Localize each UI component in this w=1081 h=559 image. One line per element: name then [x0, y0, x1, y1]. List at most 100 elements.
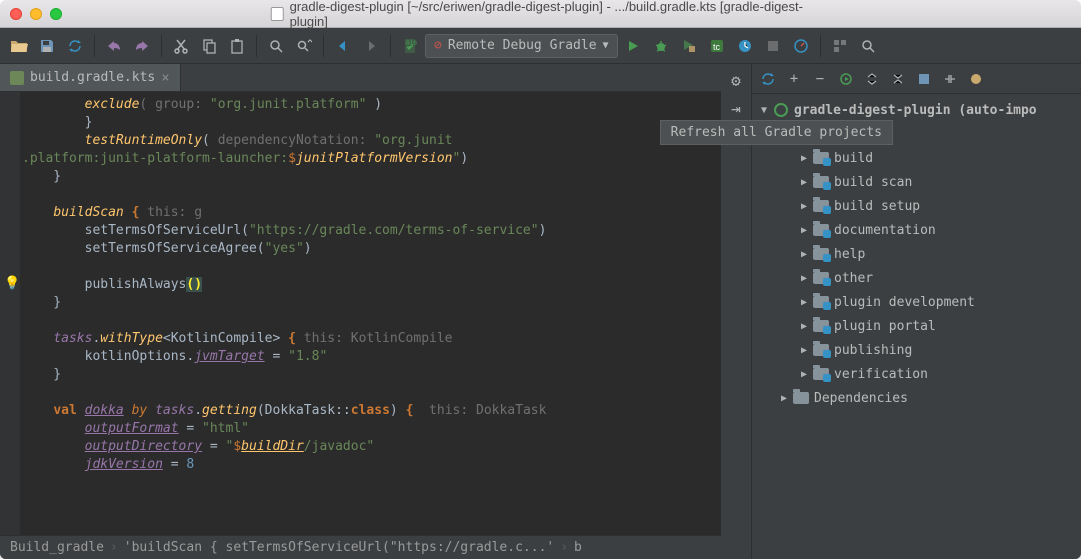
expand-arrow-icon[interactable]	[796, 297, 812, 308]
profiler-icon[interactable]: tc	[704, 33, 730, 59]
tab-build-gradle[interactable]: build.gradle.kts ×	[0, 64, 181, 91]
save-all-icon[interactable]	[34, 33, 60, 59]
expand-arrow-icon[interactable]	[776, 393, 792, 404]
breadcrumb: Build_gradle › 'buildScan { setTermsOfSe…	[0, 535, 751, 559]
gradle-toolbar: + −	[752, 64, 1081, 94]
code-editor[interactable]: ⚑ exclude( group: "org.junit.platform" )…	[0, 92, 751, 535]
expand-arrow-icon[interactable]	[796, 153, 812, 164]
debug-icon[interactable]	[648, 33, 674, 59]
expand-arrow-icon[interactable]	[796, 249, 812, 260]
gradle-root-node[interactable]: gradle-digest-plugin (auto-impo	[752, 98, 1081, 122]
show-settings-icon[interactable]	[912, 67, 936, 91]
expand-arrow-icon[interactable]	[796, 177, 812, 188]
gradle-task-group[interactable]: build	[752, 146, 1081, 170]
tooltip: Refresh all Gradle projects	[660, 120, 893, 145]
gradle-task-group[interactable]: verification	[752, 362, 1081, 386]
expand-arrow-icon[interactable]	[796, 225, 812, 236]
gradle-task-group[interactable]: build setup	[752, 194, 1081, 218]
open-icon[interactable]	[6, 33, 32, 59]
expand-arrow-icon[interactable]	[796, 201, 812, 212]
undo-icon[interactable]	[101, 33, 127, 59]
expand-arrow-icon[interactable]	[756, 105, 772, 116]
gradle-task-group[interactable]: other	[752, 266, 1081, 290]
dashboard-icon[interactable]	[788, 33, 814, 59]
document-icon	[270, 7, 283, 21]
task-group-label: plugin development	[834, 295, 975, 310]
folder-icon	[813, 176, 829, 188]
close-tab-icon[interactable]: ×	[161, 70, 169, 86]
toggle-offline-icon[interactable]	[938, 67, 962, 91]
editor-tabs: build.gradle.kts ×	[0, 64, 751, 92]
run-icon[interactable]	[620, 33, 646, 59]
gradle-task-group[interactable]: help	[752, 242, 1081, 266]
task-group-label: documentation	[834, 223, 936, 238]
expand-arrow-icon[interactable]	[796, 273, 812, 284]
expand-all-icon[interactable]	[860, 67, 884, 91]
task-group-label: verification	[834, 367, 928, 382]
gradle-task-group[interactable]: plugin development	[752, 290, 1081, 314]
stop-icon[interactable]	[760, 33, 786, 59]
expand-arrow-icon[interactable]	[796, 321, 812, 332]
hide-panel-icon[interactable]: ⇥	[726, 98, 746, 118]
structure-icon[interactable]	[827, 33, 853, 59]
gradle-tree[interactable]: gradle-digest-plugin (auto-impo Tasks bu…	[752, 94, 1081, 559]
execute-icon[interactable]	[834, 67, 858, 91]
run-config-selector[interactable]: ⊘ Remote Debug Gradle ▼	[425, 34, 618, 58]
settings-gear-icon[interactable]: ⚙	[726, 70, 746, 90]
paste-icon[interactable]	[224, 33, 250, 59]
gradle-icon	[774, 103, 788, 117]
titlebar: gradle-digest-plugin [~/src/eriwen/gradl…	[0, 0, 1081, 28]
breadcrumb-item[interactable]: 'buildScan { setTermsOfServiceUrl("https…	[124, 540, 554, 555]
sync-icon[interactable]	[62, 33, 88, 59]
redo-icon[interactable]	[129, 33, 155, 59]
remove-icon[interactable]: −	[808, 67, 832, 91]
find-icon[interactable]	[263, 33, 289, 59]
gradle-task-group[interactable]: publishing	[752, 338, 1081, 362]
task-group-label: build setup	[834, 199, 920, 214]
folder-icon	[793, 392, 809, 404]
tab-filename: build.gradle.kts	[30, 70, 155, 85]
back-icon[interactable]	[330, 33, 356, 59]
intention-bulb-icon[interactable]: 💡	[4, 276, 20, 291]
forward-icon[interactable]	[358, 33, 384, 59]
breadcrumb-item[interactable]: Build_gradle	[10, 540, 104, 555]
expand-arrow-icon[interactable]	[796, 345, 812, 356]
coverage-icon[interactable]	[676, 33, 702, 59]
folder-icon	[813, 248, 829, 260]
gradle-task-group[interactable]: documentation	[752, 218, 1081, 242]
breadcrumb-item[interactable]: b	[574, 540, 582, 555]
gradle-deps-node[interactable]: Dependencies	[752, 386, 1081, 410]
refresh-gradle-icon[interactable]	[756, 67, 780, 91]
run-config-label: Remote Debug Gradle	[448, 38, 597, 53]
task-group-label: plugin portal	[834, 319, 936, 334]
folder-icon	[813, 272, 829, 284]
maximize-window-button[interactable]	[50, 8, 62, 20]
minimize-window-button[interactable]	[30, 8, 42, 20]
task-group-label: build scan	[834, 175, 912, 190]
svg-text:010: 010	[406, 40, 417, 47]
bug-icon: ⊘	[434, 38, 442, 53]
gradle-root-label: gradle-digest-plugin (auto-impo	[794, 103, 1037, 118]
gradle-task-group[interactable]: plugin portal	[752, 314, 1081, 338]
folder-icon	[813, 320, 829, 332]
gradle-settings-icon[interactable]	[964, 67, 988, 91]
clock-icon[interactable]	[732, 33, 758, 59]
copy-icon[interactable]	[196, 33, 222, 59]
search-everywhere-icon[interactable]	[855, 33, 881, 59]
expand-arrow-icon[interactable]	[796, 369, 812, 380]
close-window-button[interactable]	[10, 8, 22, 20]
collapse-all-icon[interactable]	[886, 67, 910, 91]
task-group-label: build	[834, 151, 873, 166]
task-group-label: other	[834, 271, 873, 286]
task-group-label: help	[834, 247, 865, 262]
cut-icon[interactable]	[168, 33, 194, 59]
replace-icon[interactable]	[291, 33, 317, 59]
build-icon[interactable]: 010	[397, 33, 423, 59]
gradle-task-group[interactable]: build scan	[752, 170, 1081, 194]
svg-text:tc: tc	[713, 42, 721, 52]
main-toolbar: 010 ⊘ Remote Debug Gradle ▼ tc	[0, 28, 1081, 64]
folder-icon	[813, 344, 829, 356]
add-icon[interactable]: +	[782, 67, 806, 91]
gradle-deps-label: Dependencies	[814, 391, 908, 406]
chevron-down-icon: ▼	[603, 40, 609, 51]
